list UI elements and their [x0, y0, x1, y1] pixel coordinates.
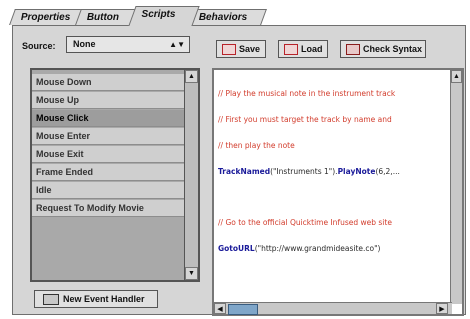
event-item-mouse-enter[interactable]: Mouse Enter [32, 128, 184, 145]
event-item-request-to-modify-movie[interactable]: Request To Modify Movie [32, 200, 184, 217]
tab-bar: Properties Button Scripts Behaviors [9, 6, 466, 26]
event-item-idle[interactable]: Idle [32, 182, 184, 199]
code-line: // First you must target the track by na… [218, 114, 392, 124]
scroll-up-arrow-icon[interactable]: ▲ [451, 70, 462, 83]
editor-horizontal-scrollbar[interactable]: ◀ ▶ [214, 302, 452, 315]
scroll-up-arrow-icon[interactable]: ▲ [185, 70, 198, 83]
code-line: TrackNamed("Instruments 1").PlayNote(6,2… [218, 166, 400, 176]
event-item-mouse-down[interactable]: Mouse Down [32, 74, 184, 91]
window-icon [43, 294, 59, 305]
tab-scripts[interactable]: Scripts [128, 6, 200, 26]
code-line: // then play the note [218, 140, 295, 150]
load-label: Load [301, 44, 323, 54]
chevron-updown-icon: ▲▼ [169, 40, 185, 49]
scroll-down-arrow-icon[interactable]: ▼ [185, 267, 198, 280]
event-item-mouse-up[interactable]: Mouse Up [32, 92, 184, 109]
source-label: Source: [22, 41, 56, 51]
scroll-left-arrow-icon[interactable]: ◀ [214, 303, 226, 314]
scroll-right-arrow-icon[interactable]: ▶ [436, 303, 448, 314]
event-item-mouse-exit[interactable]: Mouse Exit [32, 146, 184, 163]
check-syntax-icon [346, 44, 360, 55]
source-select[interactable]: None ▲▼ [66, 36, 190, 53]
editor-vertical-scrollbar[interactable]: ▲ [450, 70, 462, 304]
code-line: // Play the musical note in the instrume… [218, 89, 396, 99]
code-area[interactable]: // Play the musical note in the instrume… [218, 73, 400, 271]
save-icon [222, 44, 236, 55]
check-syntax-label: Check Syntax [363, 44, 423, 54]
code-line: // Go to the official Quicktime Infused … [218, 218, 392, 228]
load-icon [284, 44, 298, 55]
save-button[interactable]: Save [216, 40, 266, 58]
code-line: GotoURL("http://www.grandmideasite.co") [218, 243, 381, 253]
tab-behaviors[interactable]: Behaviors [187, 9, 267, 25]
save-label: Save [239, 44, 261, 54]
script-editor[interactable]: // Play the musical note in the instrume… [212, 68, 464, 316]
event-list-scrollbar[interactable]: ▲ ▼ [184, 70, 198, 280]
new-event-handler-button[interactable]: New Event Handler [34, 290, 158, 308]
source-select-value: None [73, 39, 96, 49]
scripts-window: Properties Button Scripts Behaviors Sour… [0, 0, 470, 319]
scroll-thumb[interactable] [228, 304, 258, 315]
new-event-handler-label: New Event Handler [63, 294, 145, 304]
event-item-mouse-click[interactable]: Mouse Click [32, 110, 184, 127]
event-item-frame-ended[interactable]: Frame Ended [32, 164, 184, 181]
check-syntax-button[interactable]: Check Syntax [340, 40, 426, 58]
event-list: Mouse Down Mouse Up Mouse Click Mouse En… [30, 68, 200, 282]
load-button[interactable]: Load [278, 40, 328, 58]
